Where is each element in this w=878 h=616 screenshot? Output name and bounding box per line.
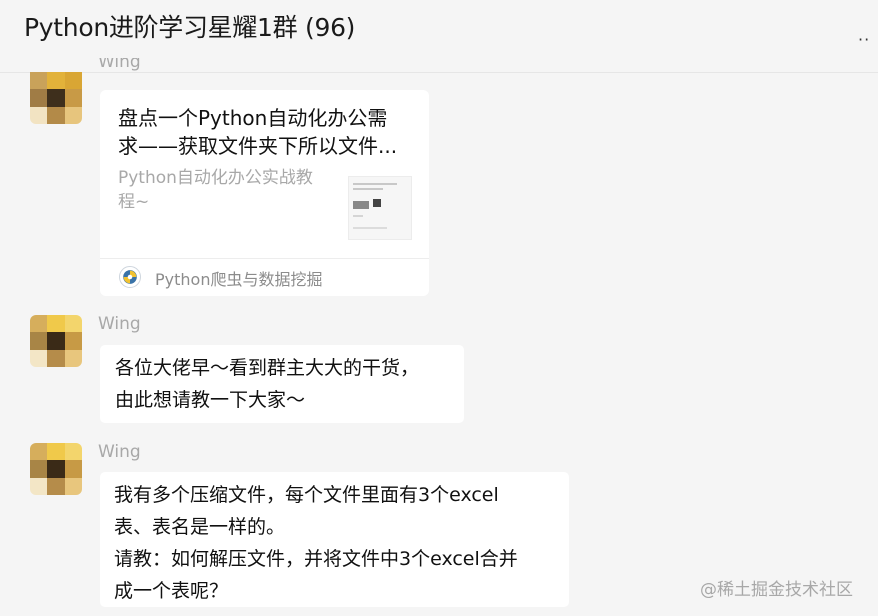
minimize-icon[interactable]: [716, 0, 736, 6]
sender-name: Wing: [98, 314, 141, 334]
sender-name: Wing: [98, 58, 141, 72]
avatar[interactable]: [30, 443, 82, 495]
card-title: 盘点一个Python自动化办公需 求——获取文件夹下所以文件...: [118, 104, 418, 160]
message-bubble[interactable]: 我有多个压缩文件，每个文件里面有3个excel 表、表名是一样的。 请教：如何解…: [100, 472, 569, 607]
chat-title: Python进阶学习星耀1群 (96): [24, 13, 356, 42]
message-text-line: 各位大佬早～看到群主大大的干货，: [115, 357, 420, 379]
link-card[interactable]: 盘点一个Python自动化办公需 求——获取文件夹下所以文件... Python…: [100, 90, 429, 296]
avatar[interactable]: [30, 72, 82, 124]
card-divider: [100, 258, 429, 259]
card-desc-line: 程~: [118, 192, 150, 212]
message-text-line: 请教：如何解压文件，并将文件中3个excel合并: [114, 548, 518, 570]
python-logo-icon: [119, 266, 141, 288]
message-bubble[interactable]: 各位大佬早～看到群主大大的干货， 由此想请教一下大家～: [100, 345, 464, 423]
card-desc-line: Python自动化办公实战教: [118, 168, 313, 188]
more-options-icon[interactable]: ··: [858, 30, 870, 49]
message-text-line: 表、表名是一样的。: [114, 516, 286, 538]
avatar[interactable]: [30, 315, 82, 367]
sender-name: Wing: [98, 442, 141, 462]
message-text-line: 成一个表呢？: [114, 580, 229, 602]
maximize-icon[interactable]: [814, 0, 834, 6]
card-source-name: Python爬虫与数据挖掘: [155, 270, 323, 289]
card-title-line: 求——获取文件夹下所以文件...: [118, 134, 398, 158]
chat-window: Python进阶学习星耀1群 (96) ·· Wing 盘点一个Python自动…: [0, 0, 878, 616]
close-icon[interactable]: [858, 0, 878, 6]
watermark: @稀土掘金技术社区: [700, 580, 853, 600]
card-thumbnail: [348, 176, 412, 240]
message-text-line: 我有多个压缩文件，每个文件里面有3个excel: [114, 484, 499, 506]
card-description: Python自动化办公实战教 程~: [118, 166, 338, 214]
card-title-line: 盘点一个Python自动化办公需: [118, 106, 388, 130]
message-text-line: 由此想请教一下大家～: [115, 389, 306, 411]
